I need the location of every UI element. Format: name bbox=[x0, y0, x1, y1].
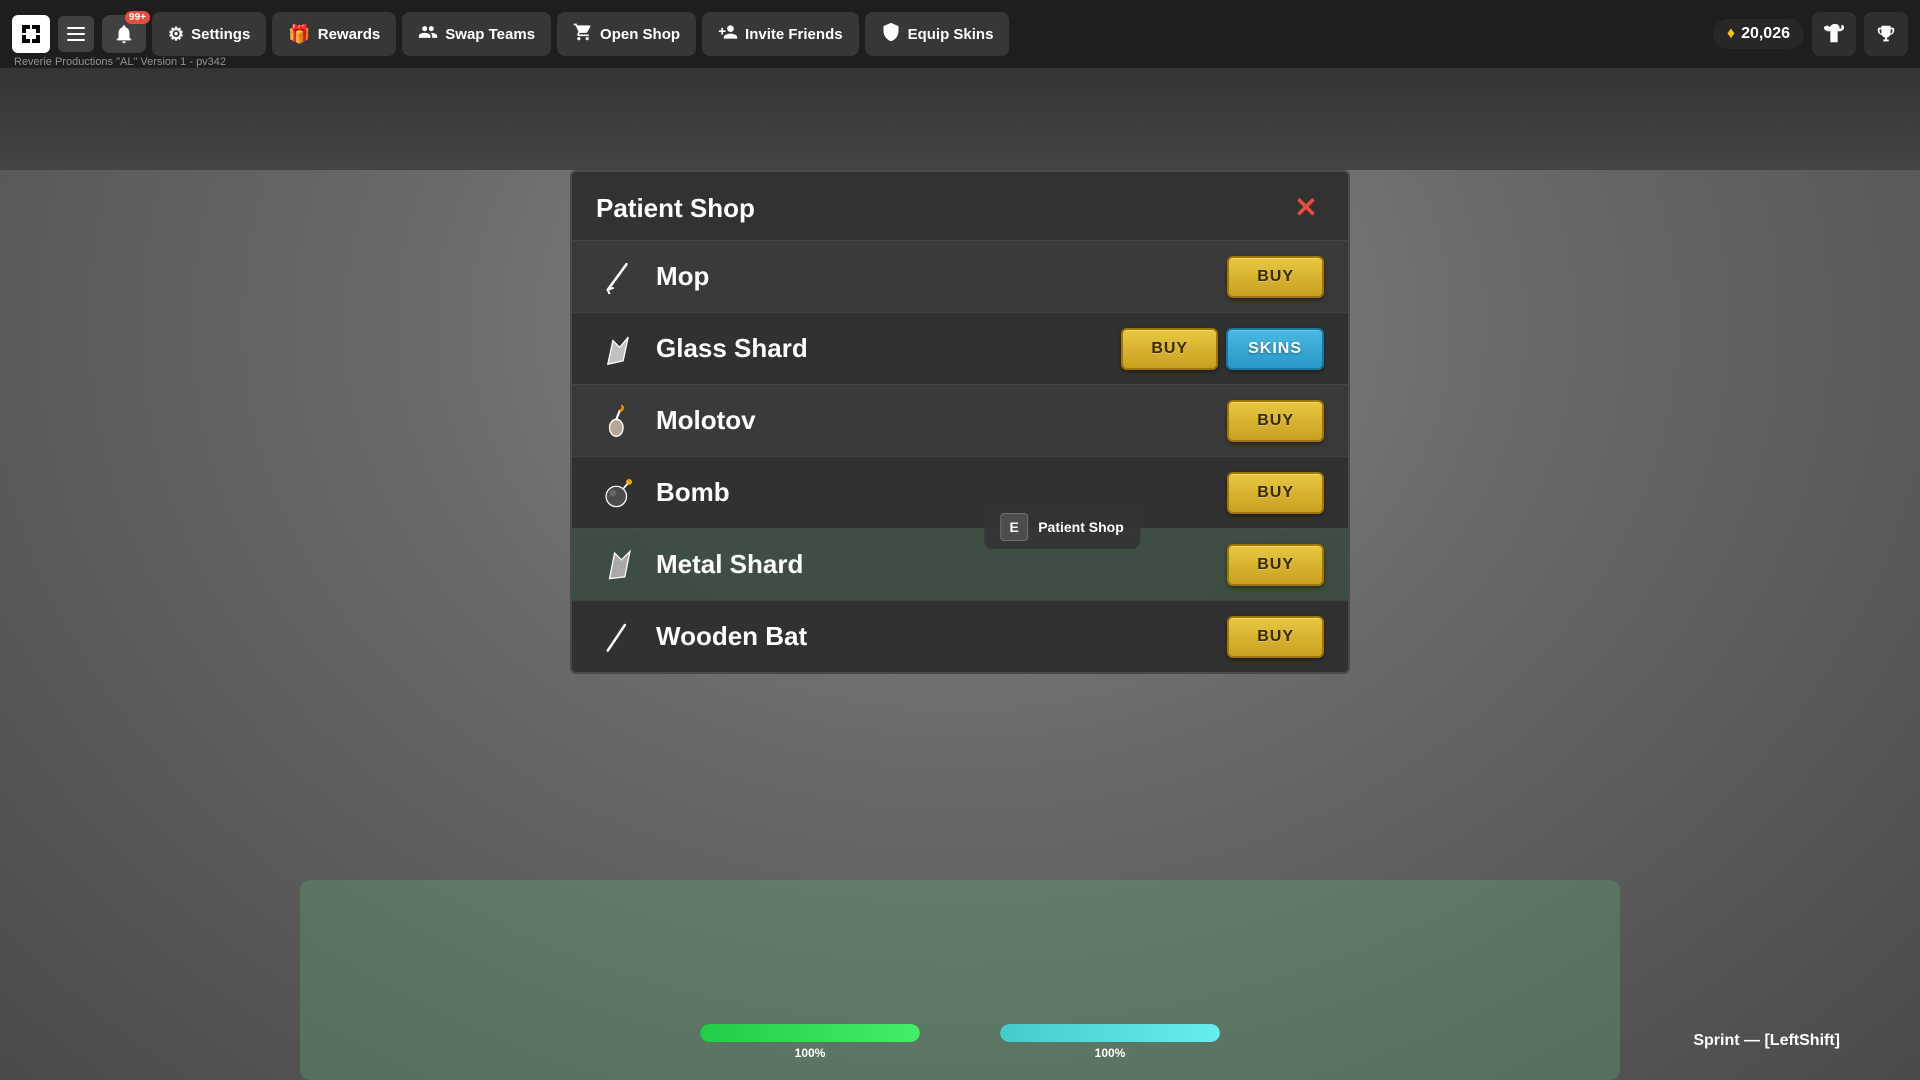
e-key: E bbox=[1000, 513, 1028, 541]
wooden-bat-buy-button[interactable]: BUY bbox=[1227, 616, 1324, 658]
shop-close-button[interactable]: ✕ bbox=[1288, 190, 1324, 226]
bomb-icon bbox=[596, 471, 640, 515]
glass-shard-name: Glass Shard bbox=[656, 333, 1121, 364]
shop-item-wooden-bat: Wooden Bat BUY bbox=[572, 600, 1348, 672]
bomb-buy-button[interactable]: BUY bbox=[1227, 472, 1324, 514]
wooden-bat-actions: BUY bbox=[1227, 616, 1324, 658]
metal-shard-icon bbox=[596, 543, 640, 587]
metal-shard-actions: BUY bbox=[1227, 544, 1324, 586]
metal-shard-name: Metal Shard bbox=[656, 549, 1227, 580]
shop-item-mop: Mop BUY bbox=[572, 240, 1348, 312]
mop-actions: BUY bbox=[1227, 256, 1324, 298]
mop-name: Mop bbox=[656, 261, 1227, 292]
metal-shard-buy-button[interactable]: BUY bbox=[1227, 544, 1324, 586]
glass-shard-buy-button[interactable]: BUY bbox=[1121, 328, 1218, 370]
shop-modal: Patient Shop ✕ Mop BUY bbox=[570, 170, 1350, 674]
molotov-actions: BUY bbox=[1227, 400, 1324, 442]
shop-item-metal-shard: Metal Shard BUY bbox=[572, 528, 1348, 600]
mop-buy-button[interactable]: BUY bbox=[1227, 256, 1324, 298]
wooden-bat-icon bbox=[596, 615, 640, 659]
wooden-bat-name: Wooden Bat bbox=[656, 621, 1227, 652]
bomb-actions: BUY bbox=[1227, 472, 1324, 514]
glass-shard-icon bbox=[596, 327, 640, 371]
shop-item-glass-shard: Glass Shard BUY SKINS bbox=[572, 312, 1348, 384]
glass-shard-actions: BUY SKINS bbox=[1121, 328, 1324, 370]
mop-icon bbox=[596, 255, 640, 299]
molotov-icon bbox=[596, 399, 640, 443]
shop-item-molotov: Molotov BUY bbox=[572, 384, 1348, 456]
tooltip-label: Patient Shop bbox=[1038, 519, 1124, 535]
modal-overlay: Patient Shop ✕ Mop BUY bbox=[0, 0, 1920, 1080]
glass-shard-skins-button[interactable]: SKINS bbox=[1226, 328, 1324, 370]
shop-title: Patient Shop bbox=[596, 193, 755, 224]
bomb-name: Bomb bbox=[656, 477, 1227, 508]
shop-item-bomb: Bomb BUY bbox=[572, 456, 1348, 528]
molotov-name: Molotov bbox=[656, 405, 1227, 436]
molotov-buy-button[interactable]: BUY bbox=[1227, 400, 1324, 442]
shop-modal-header: Patient Shop ✕ bbox=[572, 172, 1348, 240]
